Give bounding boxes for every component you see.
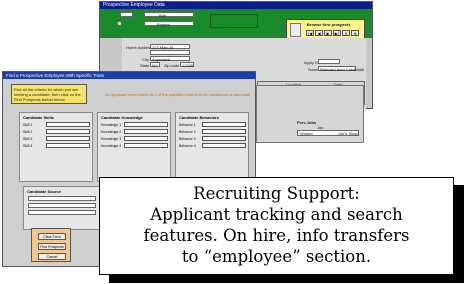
state-value: NY — [152, 63, 158, 68]
prev-jobs-panel: Prev Jobs Job Worker Joe's Shop — [256, 85, 364, 143]
prev-jobs-header: Prev Jobs — [297, 120, 317, 125]
field-label: Knowledge 3 — [101, 137, 122, 141]
field-label: Knowledge 1 — [101, 123, 122, 127]
match-note: An applicant must match ALL of the speci… — [105, 92, 251, 97]
city-field[interactable]: Anywhere — [150, 56, 190, 62]
clear-form-button[interactable]: Clear Form — [38, 233, 66, 240]
skills-section: Candidate Skills Skill 1 Skill 2 Skill 3… — [19, 112, 93, 182]
next-record-button[interactable]: ▶ — [324, 30, 332, 36]
source-select[interactable] — [28, 210, 96, 215]
delete-record-button[interactable]: ✕ — [342, 30, 350, 36]
behaviors-section: Candidate Behaviors Behavior 1 Behavior … — [175, 112, 249, 182]
callout-line-1: Recruiting Support: — [193, 184, 360, 203]
field-label: Skill 1 — [23, 123, 33, 127]
field-label: Skill 2 — [23, 130, 33, 134]
field-label: Behavior 2 — [179, 130, 196, 134]
browse-title: Browse thru prospects — [307, 22, 351, 27]
callout-line-2: Applicant tracking and search — [150, 205, 403, 224]
skill-select[interactable] — [46, 136, 90, 141]
find-prospects-button[interactable]: Find Prospects — [38, 243, 66, 250]
last-record-button[interactable]: ▶| — [333, 30, 341, 36]
state-label: State — [140, 63, 150, 68]
source-title: Candidate Source — [27, 189, 62, 194]
address-label: Home Address — [126, 45, 153, 50]
behavior-select[interactable] — [202, 136, 246, 141]
candidate-source-section: Candidate Source — [23, 186, 101, 230]
new-record-button[interactable]: ⊕ — [351, 30, 359, 36]
skill-select[interactable] — [46, 129, 90, 134]
knowledge-select[interactable] — [124, 143, 168, 148]
field-label: Knowledge 2 — [101, 130, 122, 134]
knowledge-select[interactable] — [124, 129, 168, 134]
zip-label: Zip code — [164, 63, 180, 68]
skill-select[interactable] — [46, 122, 90, 127]
skills-title: Candidate Skills — [23, 115, 54, 120]
source-select[interactable] — [28, 196, 96, 201]
note-area — [210, 14, 258, 28]
callout-line-3: features. On hire, info transfers — [143, 226, 410, 245]
last-name-field[interactable]: Rogers — [144, 21, 194, 27]
behaviors-title: Candidate Behaviors — [179, 115, 219, 120]
instructions-box: Pick all the criteria for which you are … — [11, 84, 87, 104]
skill-select[interactable] — [46, 143, 90, 148]
callout-box: Recruiting Support: Applicant tracking a… — [99, 177, 454, 275]
behavior-select[interactable] — [202, 143, 246, 148]
id-field[interactable] — [120, 12, 133, 17]
browse-icon-button[interactable] — [290, 23, 301, 37]
apply-date-field[interactable] — [318, 59, 340, 64]
callout-line-4: to “employee” section. — [181, 247, 372, 266]
employer-value: Joe's Shop — [338, 131, 358, 136]
first-name-field[interactable]: Bob — [144, 12, 194, 18]
source-select[interactable]: Referred from Candidate — [318, 66, 364, 72]
prev-record-button[interactable]: ◀ — [315, 30, 323, 36]
job-row[interactable]: Worker Joe's Shop — [297, 130, 359, 136]
address-field[interactable]: 123 Main St — [150, 44, 190, 50]
last-name-value: Rogers — [157, 22, 170, 27]
action-panel: Clear Form Find Prospects Cancel — [31, 228, 71, 262]
first-record-button[interactable]: |◀ — [306, 30, 314, 36]
field-label: Knowledge 4 — [101, 144, 122, 148]
behavior-select[interactable] — [202, 122, 246, 127]
source-value: Referred from Candidate — [320, 67, 365, 72]
field-label: Skill 3 — [23, 137, 33, 141]
source-select[interactable] — [28, 203, 96, 208]
zip-field[interactable]: 12345 — [180, 62, 194, 68]
window-title: Find a Prospective Employee With Specifi… — [3, 72, 255, 79]
knowledge-select[interactable] — [124, 122, 168, 127]
cancel-button[interactable]: Cancel — [38, 253, 66, 260]
zip-value: 12345 — [182, 63, 194, 68]
state-field[interactable]: NY — [150, 62, 160, 68]
knowledge-select[interactable] — [124, 136, 168, 141]
header-band: Bob Rogers Browse thru prospects |◀ ◀ ▶ … — [100, 9, 372, 41]
radio-button[interactable] — [117, 21, 122, 26]
field-label: Behavior 1 — [179, 123, 196, 127]
field-label: Skill 4 — [23, 144, 33, 148]
window-title: Prospective Employee Data — [100, 2, 372, 9]
behavior-select[interactable] — [202, 129, 246, 134]
field-label: Behavior 3 — [179, 137, 196, 141]
knowledge-title: Candidate Knowledge — [101, 115, 143, 120]
job-value: Worker — [300, 131, 313, 136]
knowledge-section: Candidate Knowledge Knowledge 1 Knowledg… — [97, 112, 171, 182]
city-label: City — [142, 57, 149, 62]
address-line2-field[interactable] — [150, 50, 190, 55]
field-label: Behavior 4 — [179, 144, 196, 148]
first-name-value: Bob — [159, 13, 167, 18]
